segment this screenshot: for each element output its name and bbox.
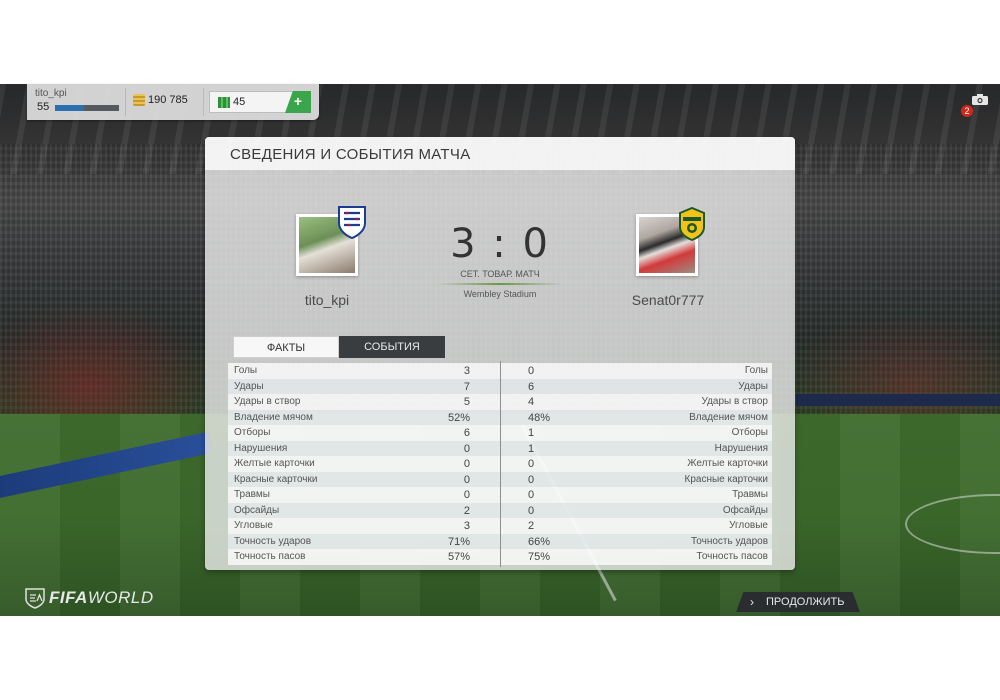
logo-fifa-text: FIFA [49, 588, 88, 607]
stat-home-value: 2 [463, 504, 470, 517]
stat-away-value: 48% [528, 411, 551, 424]
match-type: СЕТ. ТОВАР. МАТЧ [460, 269, 540, 279]
user-profile[interactable]: tito_kpi 55 [35, 88, 127, 113]
match-score: 3 : 0 [450, 221, 550, 267]
stat-label-away: Нарушения [714, 442, 768, 454]
stat-home-value: 71% [447, 535, 470, 548]
stat-label-away: Отборы [731, 427, 768, 438]
match-details-panel: СВЕДЕНИЯ И СОБЫТИЯ МАТЧА tito_kpi 3 : 0 … [205, 137, 795, 570]
stat-away-value: 1 [528, 442, 535, 455]
away-club-crest-icon [679, 207, 705, 241]
stat-away-value: 0 [528, 458, 535, 470]
stat-home-value: 0 [463, 458, 470, 470]
continue-button[interactable]: › ПРОДОЛЖИТЬ [736, 592, 860, 612]
stat-label-away: Удары [738, 380, 768, 392]
stat-away-value: 66% [528, 535, 551, 548]
stat-label-home: Нарушения [234, 442, 288, 454]
stat-label-away: Красные карточки [684, 473, 768, 485]
fifa-points-display: 45 + [209, 91, 311, 113]
stat-label-home: Точность пасов [234, 551, 306, 562]
user-status-bar: tito_kpi 55 190 785 45 + [27, 84, 319, 120]
points-value: 45 [233, 96, 246, 108]
stat-home-value: 0 [463, 489, 470, 501]
coins-display: 190 785 [133, 94, 188, 106]
coins-value: 190 785 [148, 94, 188, 106]
notification-badge: 2 [961, 105, 973, 117]
stat-home-value: 3 [463, 520, 470, 532]
divider [125, 88, 126, 116]
stat-home-value: 3 [463, 365, 470, 377]
logo-world-text: WORLD [87, 588, 154, 607]
fifa-world-logo: FIFAWORLD [25, 586, 154, 610]
england-crest-icon [338, 206, 366, 239]
continue-label: ПРОДОЛЖИТЬ [766, 596, 845, 608]
stats-divider [500, 361, 501, 567]
stat-label-home: Желтые карточки [234, 458, 315, 469]
stat-label-away: Точность пасов [696, 551, 769, 562]
stat-label-home: Удары [234, 380, 264, 392]
stat-label-away: Голы [744, 365, 768, 376]
stat-label-home: Удары в створ [234, 396, 301, 407]
ad-board-right [796, 394, 1000, 406]
divider [203, 88, 204, 116]
ea-shield-icon [25, 588, 45, 609]
add-points-button[interactable]: + [285, 91, 311, 113]
stat-label-home: Точность ударов [234, 535, 312, 547]
stat-label-home: Офсайды [234, 504, 280, 516]
stat-label-away: Владение мячом [689, 411, 768, 423]
match-type-underline [437, 283, 563, 285]
stat-away-value: 2 [528, 520, 535, 532]
home-team-name: tito_kpi [304, 292, 350, 308]
stat-label-home: Угловые [234, 520, 273, 531]
stat-label-home: Травмы [234, 489, 270, 500]
user-level: 55 [37, 101, 50, 113]
chevron-right-icon: › [750, 595, 754, 609]
stat-away-value: 1 [528, 427, 535, 439]
stadium-name: Wembley Stadium [463, 289, 537, 299]
stat-away-value: 4 [528, 396, 535, 408]
xp-bar-fill [55, 105, 84, 111]
xp-bar [55, 105, 119, 111]
stat-away-value: 0 [528, 504, 535, 517]
stat-label-home: Отборы [234, 427, 271, 438]
stat-away-value: 0 [528, 489, 535, 501]
stat-home-value: 57% [447, 551, 470, 563]
stat-home-value: 52% [447, 411, 470, 424]
stat-label-home: Красные карточки [234, 473, 318, 485]
stat-away-value: 0 [528, 365, 535, 377]
stat-away-value: 6 [528, 380, 535, 393]
stat-label-away: Офсайды [722, 504, 768, 516]
coins-icon [133, 94, 145, 106]
stat-label-away: Угловые [729, 520, 768, 531]
stat-label-away: Травмы [732, 489, 768, 500]
stats-tabs: ФАКТЫ СОБЫТИЯ [233, 336, 445, 358]
stat-home-value: 6 [463, 427, 470, 439]
stat-home-value: 0 [463, 473, 470, 486]
points-icon [218, 96, 230, 108]
stat-label-away: Желтые карточки [687, 458, 768, 469]
panel-title: СВЕДЕНИЯ И СОБЫТИЯ МАТЧА [230, 146, 471, 163]
panel-header: СВЕДЕНИЯ И СОБЫТИЯ МАТЧА [205, 137, 795, 170]
stat-label-away: Удары в створ [701, 396, 769, 407]
stat-home-value: 5 [463, 396, 470, 408]
stat-label-home: Голы [234, 365, 258, 376]
tab-facts[interactable]: ФАКТЫ [233, 336, 339, 358]
stat-away-value: 0 [528, 473, 535, 486]
tab-events[interactable]: СОБЫТИЯ [339, 336, 445, 358]
stat-home-value: 7 [463, 380, 470, 393]
username: tito_kpi [35, 88, 67, 99]
stat-label-home: Владение мячом [234, 411, 313, 423]
stat-away-value: 75% [528, 551, 551, 563]
stat-label-away: Точность ударов [690, 535, 768, 547]
camera-icon[interactable] [972, 94, 988, 105]
away-team-name: Senat0r777 [631, 292, 705, 308]
stat-home-value: 0 [463, 442, 470, 455]
